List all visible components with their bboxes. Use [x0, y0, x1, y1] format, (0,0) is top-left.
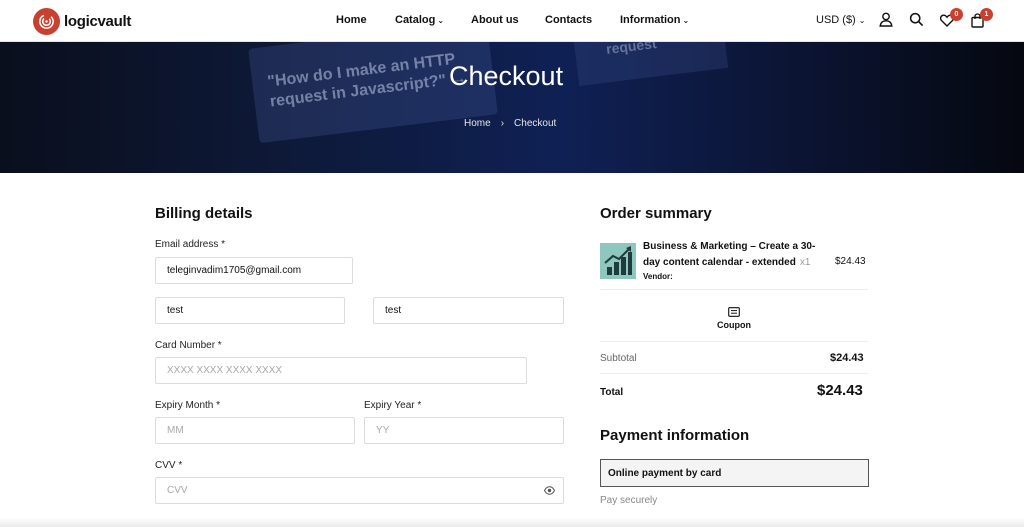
expiry-month-input[interactable]: MM: [155, 417, 355, 444]
page-hero: "How do I make an HTTP request in Javasc…: [0, 42, 1024, 173]
order-item-vendor: Vendor:: [643, 272, 673, 281]
logo[interactable]: logicvault: [33, 8, 131, 35]
breadcrumb-separator: ›: [500, 118, 505, 129]
coupon-button[interactable]: Coupon: [714, 320, 754, 330]
subtotal-label: Subtotal: [600, 353, 637, 364]
cvv-placeholder: CVV: [167, 485, 188, 496]
chevron-down-icon: ⌄: [858, 16, 866, 25]
billing-heading: Billing details: [155, 205, 253, 222]
last-name-field[interactable]: test: [373, 297, 564, 324]
logo-icon: [33, 8, 60, 35]
site-header: logicvault Home Catalog ⌄ About us Contac…: [0, 0, 1024, 42]
cart-count-badge: 1: [980, 8, 993, 21]
logo-text: logicvault: [64, 13, 132, 30]
divider: [600, 289, 868, 290]
subtotal-value: $24.43: [830, 352, 864, 364]
breadcrumb: Home › Checkout: [464, 118, 556, 129]
expiry-month-label: Expiry Month *: [155, 400, 221, 411]
first-name-field[interactable]: test: [155, 297, 345, 324]
page-title: Checkout: [449, 61, 564, 91]
nav-catalog[interactable]: Catalog ⌄: [395, 14, 444, 26]
order-item-quantity: x1: [799, 257, 811, 268]
order-item-price: $24.43: [835, 256, 866, 267]
footer-shadow: [0, 517, 1024, 527]
order-summary-heading: Order summary: [600, 205, 712, 222]
currency-selector[interactable]: USD ($) ⌄: [816, 14, 865, 26]
product-thumbnail: [600, 243, 636, 279]
account-icon[interactable]: [879, 12, 895, 28]
cvv-input[interactable]: CVV: [155, 477, 564, 504]
chevron-down-icon: ⌄: [437, 16, 445, 25]
expiry-year-label: Expiry Year *: [364, 400, 422, 411]
payment-heading: Payment information: [600, 427, 750, 444]
total-value: $24.43: [817, 382, 863, 399]
breadcrumb-home[interactable]: Home: [464, 118, 491, 129]
payment-subtext: Pay securely: [600, 495, 658, 506]
total-label: Total: [600, 387, 624, 398]
chevron-down-icon: ⌄: [682, 16, 690, 25]
nav-about-us[interactable]: About us: [471, 14, 519, 26]
nav-contacts[interactable]: Contacts: [545, 14, 592, 26]
divider: [600, 341, 868, 342]
card-number-input[interactable]: XXXX XXXX XXXX XXXX: [155, 357, 527, 384]
wishlist-count-badge: 0: [950, 8, 963, 21]
card-number-label: Card Number *: [155, 340, 222, 351]
cvv-label: CVV *: [155, 460, 183, 471]
payment-method-option[interactable]: Online payment by card: [600, 459, 869, 487]
nav-home[interactable]: Home: [336, 14, 367, 26]
breadcrumb-current: Checkout: [514, 118, 557, 129]
expiry-year-input[interactable]: YY: [364, 417, 564, 444]
eye-icon[interactable]: [543, 486, 556, 498]
nav-information[interactable]: Information ⌄: [620, 14, 689, 26]
divider: [600, 373, 868, 374]
order-item-name: Business & Marketing – Create a 30-day c…: [643, 241, 816, 268]
search-icon[interactable]: [909, 12, 925, 28]
email-field[interactable]: teleginvadim1705@gmail.com: [155, 257, 353, 284]
email-label: Email address *: [155, 239, 226, 250]
